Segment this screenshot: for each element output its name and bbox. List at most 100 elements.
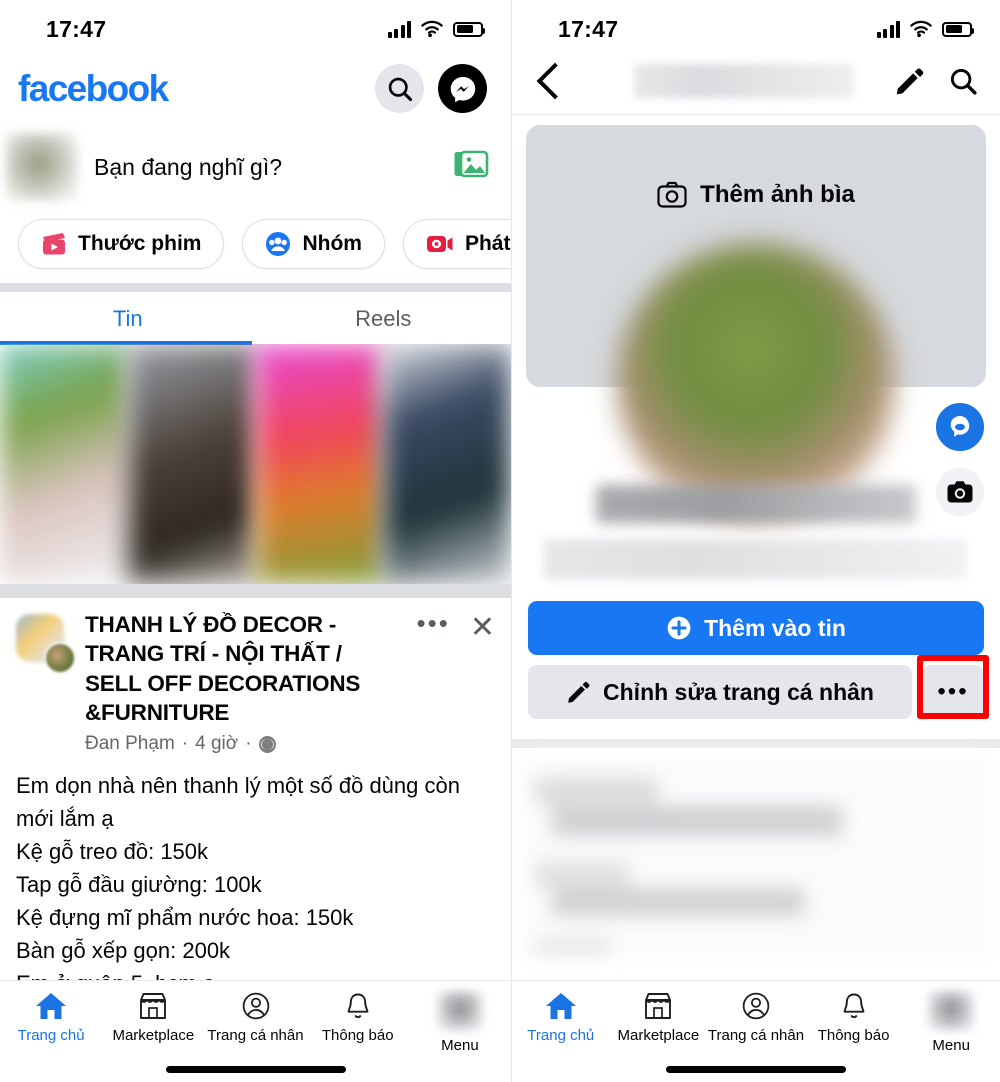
pencil-edit-icon[interactable] — [894, 66, 924, 96]
nav-label: Thông báo — [321, 1027, 394, 1044]
nav-label: Trang cá nhân — [207, 1027, 304, 1044]
status-bar-left: 17:47 — [0, 0, 511, 58]
stories-carousel[interactable] — [0, 344, 511, 584]
nav-label: Menu — [441, 1037, 479, 1054]
profile-details-redacted[interactable] — [522, 754, 990, 954]
facebook-header: facebook — [0, 58, 511, 127]
nav-item-home[interactable]: Trang chủ — [512, 991, 610, 1054]
shortcut-groups[interactable]: Nhóm — [242, 219, 385, 269]
wifi-icon — [421, 20, 443, 38]
post-header: THANH LÝ ĐỒ DECOR - TRANG TRÍ - NỘI THẤT… — [16, 610, 495, 755]
composer-user-avatar — [6, 133, 78, 201]
nav-item-notifications[interactable]: Thông báo — [805, 991, 903, 1054]
nav-item-marketplace[interactable]: Marketplace — [610, 991, 708, 1054]
story-card[interactable] — [127, 344, 256, 584]
reels-clapper-icon — [43, 233, 65, 255]
nav-item-menu[interactable]: Menu — [409, 991, 511, 1054]
shortcut-reels[interactable]: Thước phim — [18, 219, 225, 269]
messenger-icon — [450, 76, 475, 102]
home-icon — [36, 993, 67, 1019]
profile-more-options-button[interactable]: ••• — [922, 665, 984, 719]
shortcut-live[interactable]: Phát trực ti — [402, 219, 511, 269]
plus-circle-icon — [667, 616, 691, 640]
story-card[interactable] — [0, 344, 128, 584]
search-button[interactable] — [375, 64, 424, 113]
cellular-signal-icon — [387, 20, 411, 38]
profile-icon — [242, 992, 269, 1020]
tab-reels[interactable]: Reels — [256, 292, 512, 344]
dual-screenshot: 17:47 facebook Bạn đang nghĩ gì? Thước p… — [0, 0, 1000, 1082]
cellular-signal-icon — [876, 20, 900, 38]
nav-label: Marketplace — [112, 1027, 195, 1044]
nav-label: Trang chủ — [17, 1027, 85, 1044]
profile-icon — [742, 992, 770, 1020]
add-cover-cta[interactable]: Thêm ảnh bìa — [526, 181, 986, 209]
search-icon[interactable] — [948, 66, 978, 96]
bottom-nav-left[interactable]: Trang chủ Marketplace Trang cá nhân Thôn… — [0, 980, 511, 1082]
bell-icon — [843, 993, 864, 1019]
post-group-name[interactable]: THANH LÝ ĐỒ DECOR - TRANG TRÍ - NỘI THẤT… — [85, 610, 404, 727]
story-card[interactable] — [383, 344, 511, 584]
composer-placeholder[interactable]: Bạn đang nghĩ gì? — [94, 154, 437, 181]
search-icon — [388, 77, 412, 101]
nav-item-menu[interactable]: Menu — [902, 991, 1000, 1054]
status-time: 17:47 — [46, 15, 107, 42]
profile-name-redacted — [596, 485, 916, 523]
post-close-icon[interactable]: ✕ — [470, 613, 495, 643]
shortcut-label: Phát trực ti — [464, 232, 511, 255]
story-card[interactable] — [255, 344, 384, 584]
secondary-actions-row: Chỉnh sửa trang cá nhân ••• — [528, 655, 989, 719]
nav-item-marketplace[interactable]: Marketplace — [102, 991, 204, 1054]
nav-label: Trang chủ — [527, 1027, 595, 1044]
add-to-story-button[interactable]: Thêm vào tin — [528, 601, 984, 655]
back-chevron-icon[interactable] — [536, 62, 574, 100]
camera-icon — [947, 481, 973, 503]
battery-icon — [942, 21, 974, 37]
post-avatar[interactable] — [16, 614, 76, 674]
cover-section: Thêm ảnh bìa — [512, 115, 1000, 579]
edit-profile-label: Chỉnh sửa trang cá nhân — [603, 678, 874, 705]
avatar-camera-button[interactable] — [934, 466, 986, 518]
home-indicator — [165, 1066, 346, 1073]
post-body: Em dọn nhà nên thanh lý một số đồ dùng c… — [16, 769, 495, 1000]
meta-separator: · — [181, 733, 189, 754]
post-body-line: Kệ gỗ treo đồ: 150k — [16, 839, 209, 864]
wifi-icon — [910, 20, 932, 38]
avatar-story-icon — [950, 416, 970, 437]
nav-item-home[interactable]: Trang chủ — [0, 991, 102, 1054]
tab-tin[interactable]: Tin — [0, 292, 256, 345]
bell-icon — [347, 993, 369, 1019]
status-time: 17:47 — [558, 15, 619, 42]
messenger-button[interactable] — [438, 64, 487, 113]
nav-item-profile[interactable]: Trang cá nhân — [707, 991, 805, 1054]
profile-title-redacted — [634, 64, 854, 98]
shortcut-pills-row[interactable]: Thước phim Nhóm Phát — [0, 213, 511, 283]
feed-tabs[interactable]: Tin Reels — [0, 292, 512, 345]
more-options-icon: ••• — [937, 677, 969, 705]
bottom-nav-right[interactable]: Trang chủ Marketplace Trang cá nhân Thôn… — [512, 980, 1000, 1082]
section-divider — [512, 739, 1000, 748]
nav-label: Menu — [932, 1037, 970, 1054]
post-time: 4 giờ — [195, 733, 239, 754]
post-composer[interactable]: Bạn đang nghĩ gì? — [0, 127, 511, 213]
groups-icon — [266, 232, 291, 256]
post-more-options-icon[interactable]: ••• — [417, 610, 450, 635]
nav-label: Trang cá nhân — [707, 1027, 805, 1044]
avatar-story-button[interactable] — [934, 401, 986, 453]
profile-avatar-image[interactable] — [617, 243, 895, 521]
nav-item-notifications[interactable]: Thông báo — [307, 991, 409, 1054]
edit-profile-button[interactable]: Chỉnh sửa trang cá nhân — [528, 665, 912, 719]
section-divider — [0, 584, 511, 598]
marketplace-icon — [645, 993, 672, 1019]
photo-gallery-icon — [454, 150, 489, 177]
right-phone-panel: 17:47 Thêm ảnh bìa Thêm vào tin Chỉnh sử… — [512, 0, 1000, 1082]
nav-item-profile[interactable]: Trang cá nhân — [204, 991, 306, 1054]
post-body-line: Kệ đựng mĩ phẩm nước hoa: 150k — [16, 905, 354, 930]
globe-icon — [258, 735, 276, 753]
post-controls: ••• ✕ — [417, 610, 495, 755]
post-author[interactable]: Đan Phạm — [85, 733, 175, 755]
composer-photo-button[interactable] — [453, 149, 489, 186]
post-body-line: Bàn gỗ xếp gọn: 200k — [16, 938, 231, 963]
profile-bio-redacted — [544, 539, 968, 579]
header-actions — [375, 64, 487, 113]
